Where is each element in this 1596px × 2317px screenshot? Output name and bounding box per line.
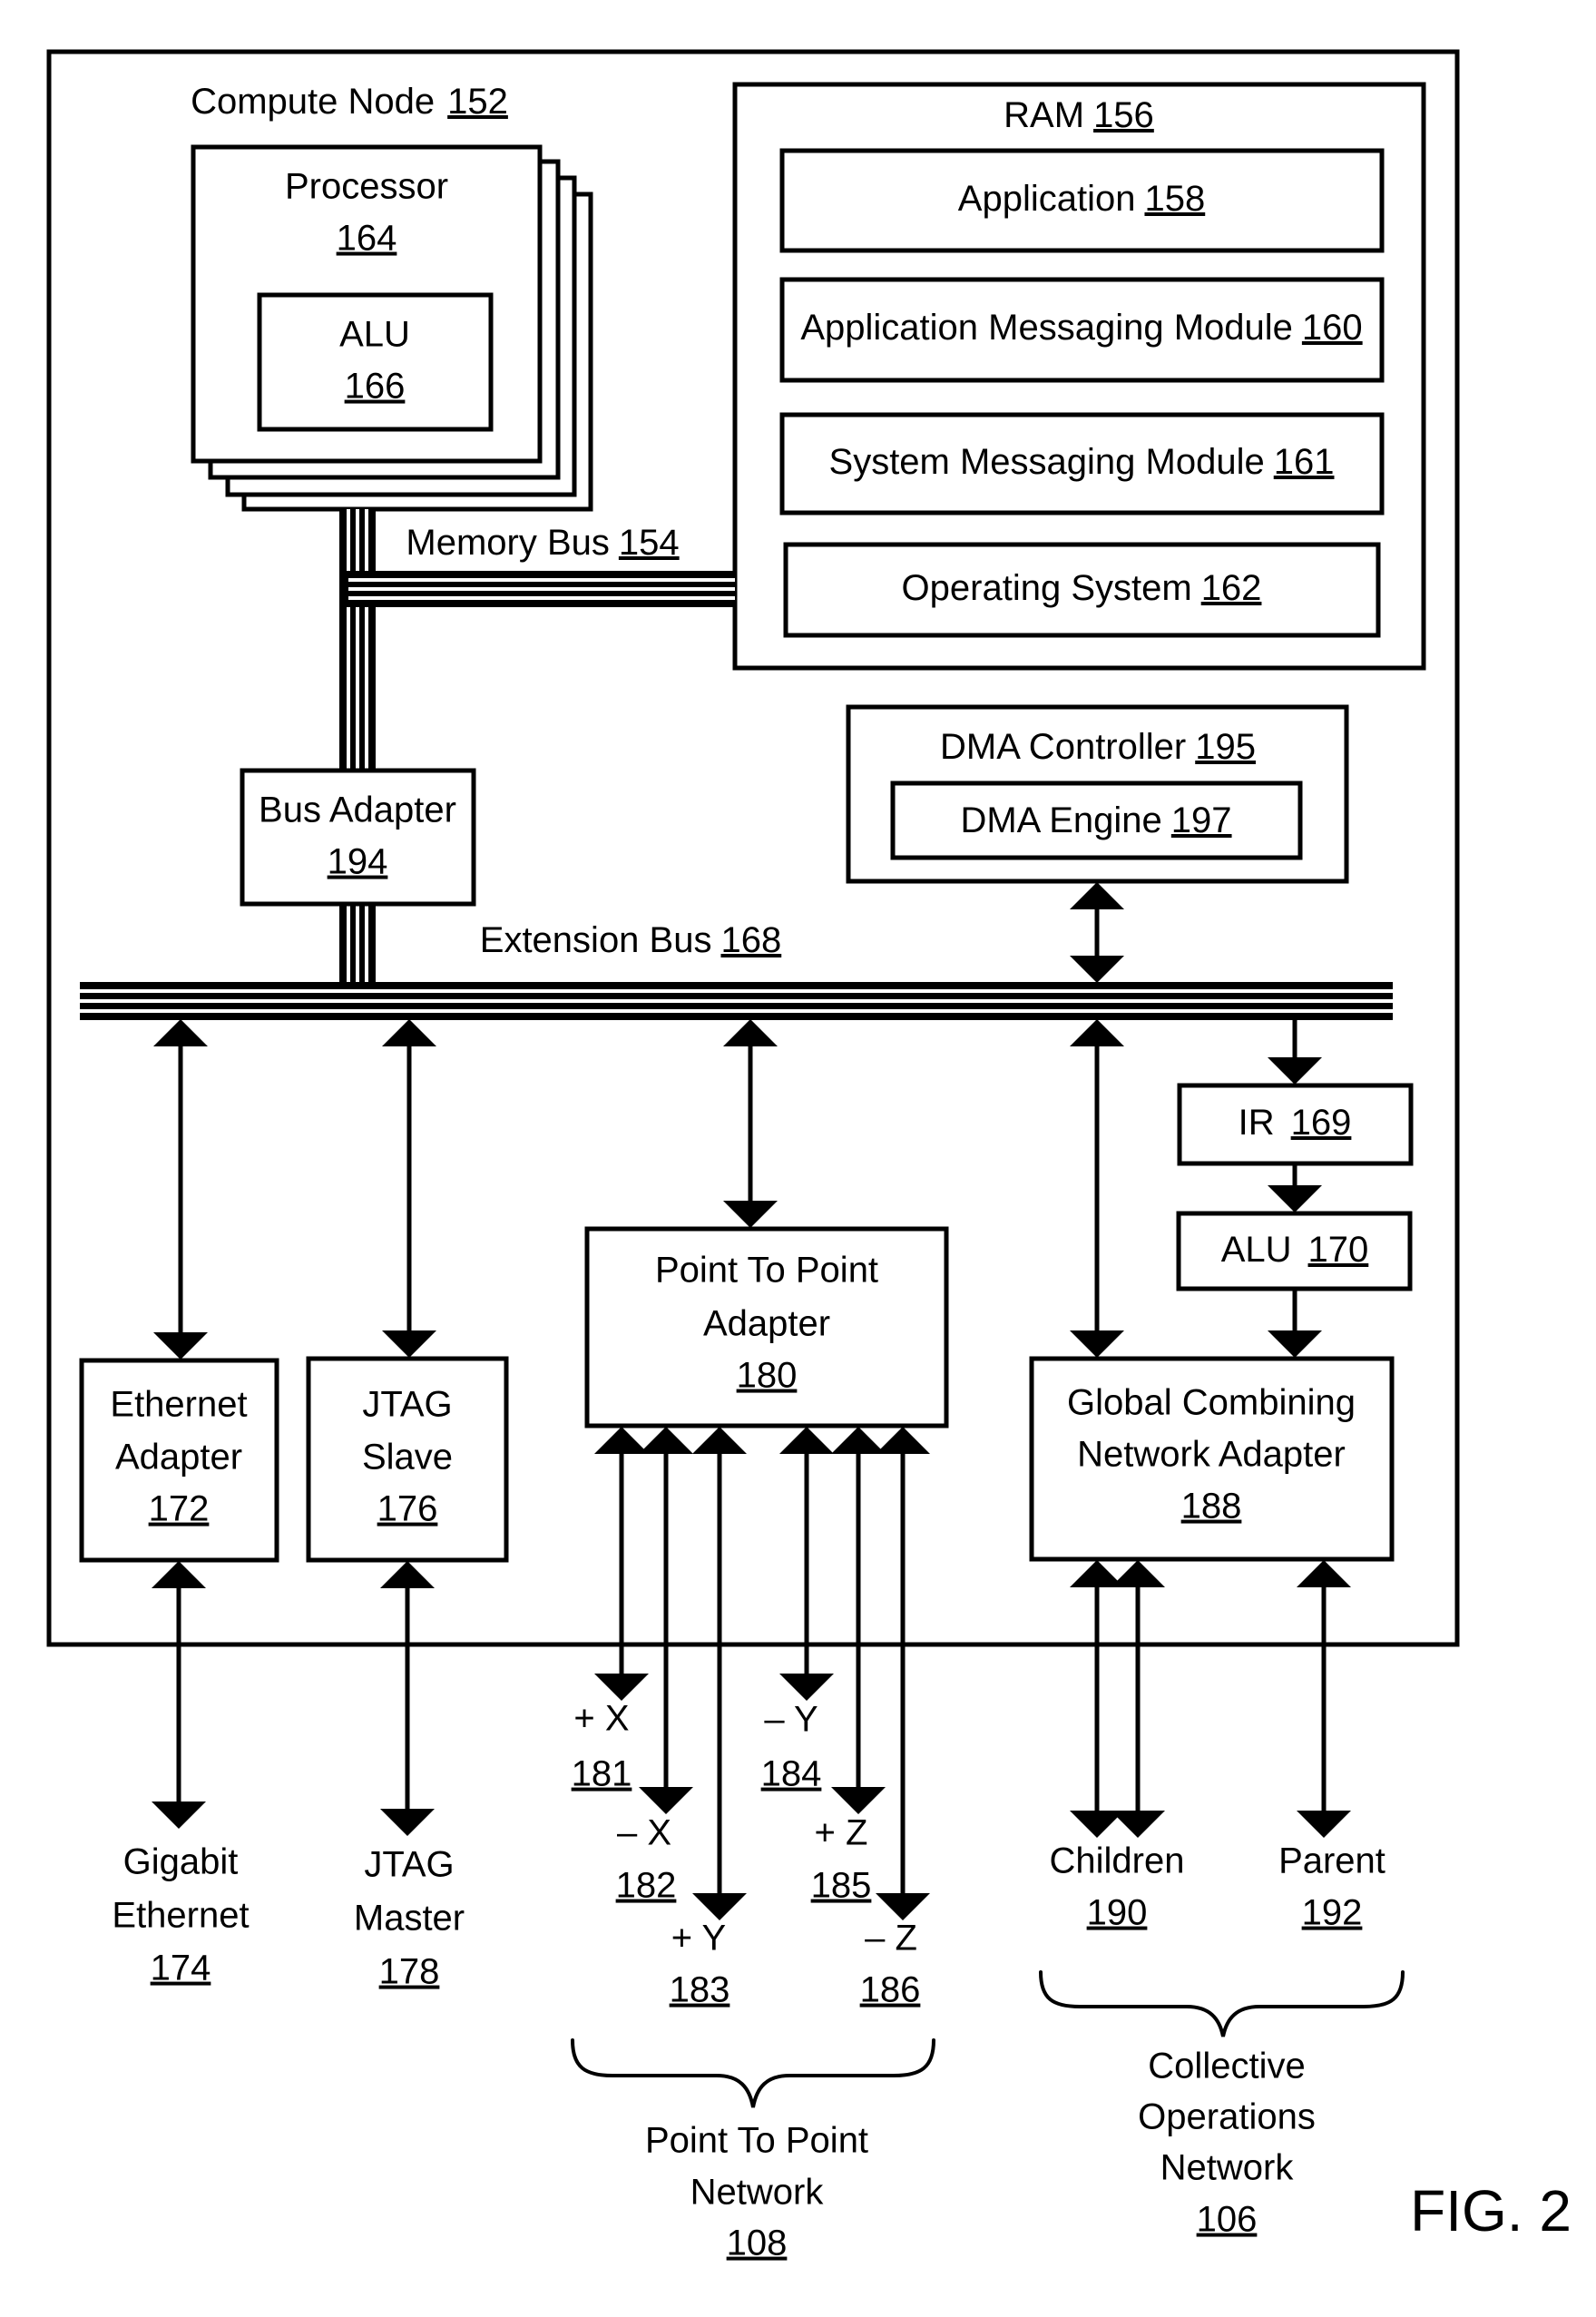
ethernet-adapter-line1: Ethernet [110, 1385, 247, 1425]
ethernet-adapter-ref: 172 [149, 1489, 210, 1529]
collective-network-line1: Collective [1148, 2047, 1305, 2086]
processor-alu-label: ALU [339, 315, 410, 355]
gcna-ref: 188 [1181, 1487, 1242, 1527]
link-plus-z-label: + Z [815, 1813, 868, 1853]
application-messaging-module-label: Application Messaging Module 160 [800, 308, 1362, 348]
collective-network-ref: 106 [1197, 2200, 1258, 2240]
bus-adapter-label: Bus Adapter [259, 790, 456, 830]
ram-block: RAM 156 Application 158 Application Messag… [732, 82, 1426, 671]
jtag-slave-line1: JTAG [362, 1385, 452, 1425]
system-messaging-module-label: System Messaging Module 161 [829, 442, 1335, 482]
gigabit-ethernet-line2: Ethernet [112, 1896, 249, 1936]
processor-label: Processor [285, 167, 448, 207]
compute-node-diagram: Compute Node 152 Processor 164 ALU 166 RA… [46, 49, 1572, 2263]
collective-network-brace [1039, 1970, 1405, 2037]
p2p-adapter-line1: Point To Point [655, 1251, 878, 1291]
link-minus-x-label: – X [617, 1813, 671, 1853]
p2p-network-ref: 108 [727, 2224, 788, 2263]
gcna-line1: Global Combining [1067, 1383, 1356, 1423]
link-plus-x-ref: 181 [572, 1754, 632, 1794]
gcna-line2: Network Adapter [1077, 1435, 1346, 1475]
link-minus-z-label: – Z [865, 1919, 917, 1959]
link-plus-x-label: + X [573, 1699, 629, 1739]
gigabit-ethernet-line1: Gigabit [123, 1842, 239, 1882]
p2p-network-line1: Point To Point [645, 2121, 868, 2161]
gigabit-ethernet-ref: 174 [151, 1949, 211, 1988]
compute-node-title: Compute Node 152 [191, 82, 508, 122]
processor-ref: 164 [337, 219, 397, 259]
link-minus-z-ref: 186 [860, 1970, 921, 2010]
processor-alu-ref: 166 [345, 367, 406, 407]
application-label: Application 158 [958, 179, 1205, 219]
link-plus-z-ref: 185 [811, 1866, 872, 1906]
p2p-adapter-ref: 180 [737, 1356, 798, 1396]
p2p-network-line2: Network [690, 2173, 825, 2213]
link-minus-y-ref: 184 [761, 1754, 822, 1794]
bus-adapter-ref: 194 [328, 842, 388, 882]
parent-ref: 192 [1302, 1893, 1363, 1933]
link-minus-y-label: – Y [764, 1700, 818, 1740]
link-plus-y-label: + Y [671, 1919, 726, 1959]
dma-controller-label: DMA Controller 195 [940, 727, 1256, 767]
ram-title: RAM 156 [1004, 95, 1154, 135]
jtag-slave-ref: 176 [377, 1489, 438, 1529]
network-alu-box [1176, 1211, 1413, 1291]
children-ref: 190 [1087, 1893, 1148, 1933]
link-plus-y-ref: 183 [670, 1970, 730, 2010]
p2p-adapter-line2: Adapter [703, 1304, 830, 1344]
collective-network-line3: Network [1160, 2148, 1295, 2188]
collective-network-line2: Operations [1138, 2097, 1316, 2137]
dma-engine-label: DMA Engine 197 [960, 800, 1231, 840]
operating-system-label: Operating System 162 [902, 568, 1262, 608]
jtag-master-ref: 178 [379, 1952, 440, 1992]
extension-bus-label: Extension Bus 168 [480, 920, 781, 960]
jtag-master-line2: Master [354, 1899, 465, 1939]
parent-label: Parent [1278, 1841, 1385, 1881]
figure-label: FIG. 2 [1410, 2178, 1572, 2243]
jtag-master-line1: JTAG [364, 1845, 454, 1885]
children-label: Children [1050, 1841, 1185, 1881]
p2p-network-brace [571, 2038, 935, 2108]
processor-stack: Processor 164 ALU 166 [191, 144, 593, 512]
ir-label: IR 169 [1239, 1103, 1352, 1143]
memory-bus-label: Memory Bus 154 [406, 523, 679, 563]
link-minus-x-ref: 182 [616, 1866, 677, 1906]
ethernet-adapter-line2: Adapter [115, 1438, 242, 1478]
jtag-slave-line2: Slave [362, 1438, 453, 1478]
